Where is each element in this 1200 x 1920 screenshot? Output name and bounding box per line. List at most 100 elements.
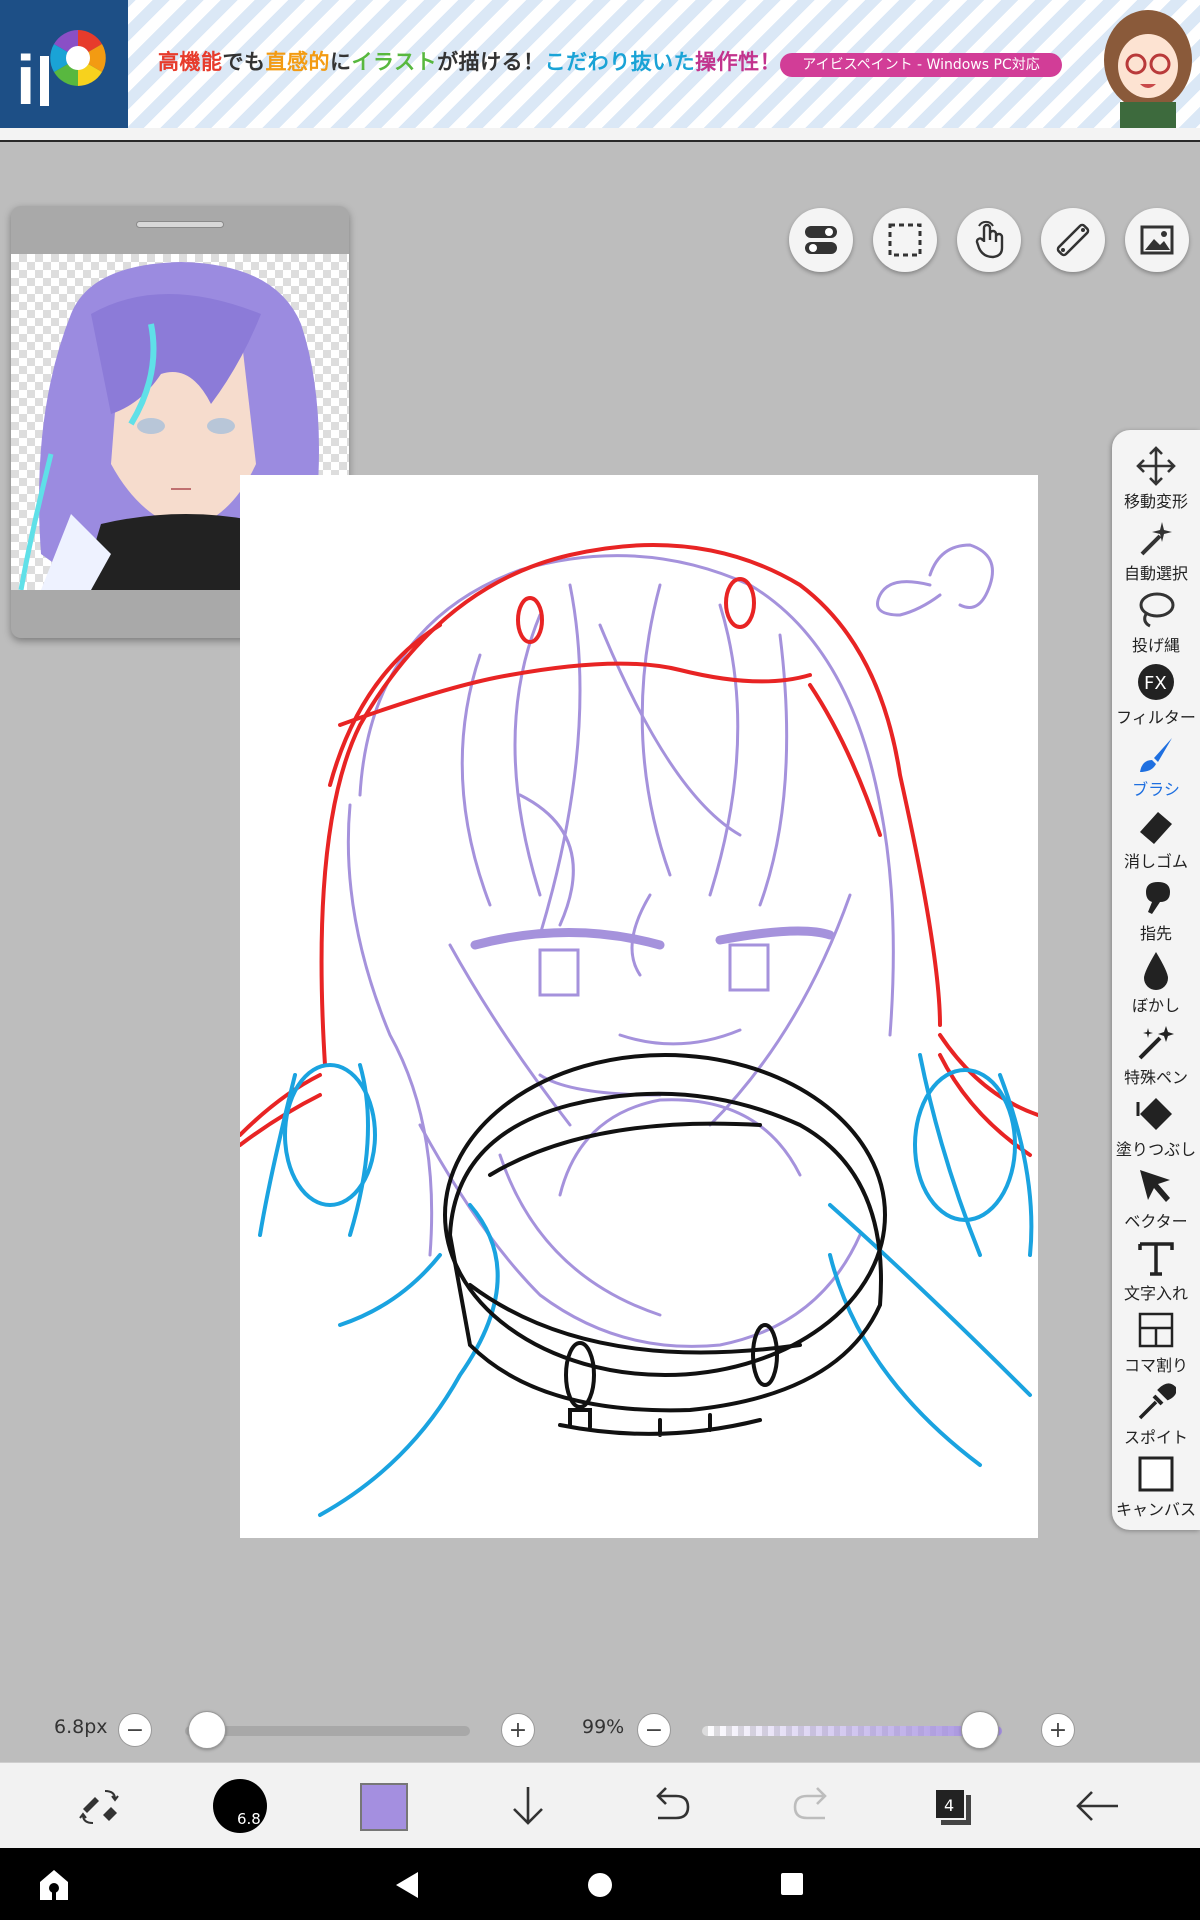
tool-label: コマ割り — [1123, 1356, 1188, 1375]
opacity-value: 99% — [582, 1716, 625, 1738]
tool-label: 自動選択 — [1123, 564, 1188, 583]
opacity-increase-button[interactable]: + — [1041, 1713, 1075, 1747]
brush-size-increase-button[interactable]: + — [501, 1713, 535, 1747]
magic-wand-icon — [1136, 518, 1176, 558]
ruler-icon — [1056, 223, 1090, 257]
toggle-switch-icon — [805, 226, 837, 254]
brush-size-preview-icon: 6.8 — [213, 1779, 267, 1833]
ad-headline-segment: が描ける！ — [437, 50, 545, 74]
finger-smudge-icon — [1136, 878, 1176, 918]
tool-label: ぼかし — [1131, 996, 1180, 1015]
ad-character-illustration — [1090, 0, 1200, 128]
vector-arrow-icon — [1136, 1166, 1176, 1206]
opacity-decrease-button[interactable]: − — [637, 1713, 671, 1747]
brush-size-badge: 6.8 — [237, 1810, 261, 1828]
ad-headline-segment: 直感的 — [265, 50, 330, 74]
ad-headline-segment: でも — [222, 50, 266, 74]
svg-text:FX: FX — [1144, 673, 1167, 694]
brush-size-decrease-button[interactable]: − — [118, 1713, 152, 1747]
tool-move[interactable]: 移動変形 — [1112, 442, 1200, 514]
hand-touch-icon — [975, 220, 1004, 259]
current-color-swatch[interactable] — [360, 1783, 408, 1831]
ad-headline-segment: イラスト — [351, 50, 438, 74]
selection-rect-icon — [888, 223, 922, 257]
arrow-down-icon — [513, 1787, 543, 1825]
back-button[interactable] — [1072, 1781, 1122, 1831]
drawing-canvas[interactable] — [238, 475, 1040, 1538]
layer-merge-down-button[interactable] — [503, 1781, 553, 1831]
brush-size-slider[interactable] — [185, 1726, 470, 1736]
eyedropper-icon — [1136, 1382, 1176, 1422]
toggle-settings-button[interactable] — [789, 208, 853, 272]
tool-label: キャンバス — [1115, 1500, 1196, 1519]
brush-icon — [1136, 734, 1176, 774]
tool-canvas[interactable]: キャンバス — [1112, 1450, 1200, 1522]
tool-finger-smudge[interactable]: 指先 — [1112, 874, 1200, 946]
layers-icon: 4 — [934, 1788, 971, 1825]
tool-label: 指先 — [1139, 924, 1172, 943]
ad-headline-segment: 高機能 — [158, 50, 223, 74]
tool-label: ブラシ — [1132, 780, 1180, 799]
ad-headline-segment: 操作性！ — [695, 50, 782, 74]
opacity-slider[interactable] — [702, 1726, 1002, 1736]
tool-vector-arrow[interactable]: ベクター — [1112, 1162, 1200, 1234]
tool-text[interactable]: 文字入れ — [1112, 1234, 1200, 1306]
tool-frame-divider[interactable]: コマ割り — [1112, 1306, 1200, 1378]
tool-panel: 移動変形自動選択投げ縄 FX フィルターブラシ消しゴム指先ぼかし特殊ペン塗りつぶしベ… — [1112, 430, 1200, 1530]
image-icon — [1140, 225, 1174, 255]
tool-fill-bucket[interactable]: 塗りつぶし — [1112, 1090, 1200, 1162]
tool-magic-wand[interactable]: 自動選択 — [1112, 514, 1200, 586]
ad-headline-segment: こだわり抜いた — [544, 50, 696, 74]
tool-label: ベクター — [1124, 1212, 1188, 1231]
tool-blur-drop[interactable]: ぼかし — [1112, 946, 1200, 1018]
ad-headline-segment: に — [330, 50, 352, 74]
special-pen-icon — [1136, 1022, 1176, 1062]
tool-lasso[interactable]: 投げ縄 — [1112, 586, 1200, 658]
import-image-button[interactable] — [1125, 208, 1189, 272]
text-icon — [1136, 1238, 1176, 1278]
tool-eraser[interactable]: 消しゴム — [1112, 802, 1200, 874]
move-icon — [1136, 446, 1176, 486]
tool-eyedropper[interactable]: スポイト — [1112, 1378, 1200, 1450]
layers-button[interactable]: 4 — [927, 1781, 977, 1831]
tool-label: 特殊ペン — [1123, 1068, 1188, 1087]
bottom-toolbar: 6.8 4 — [0, 1762, 1200, 1848]
nav-recents-icon[interactable] — [780, 1872, 804, 1896]
brush-size-slider-thumb[interactable] — [188, 1711, 226, 1749]
ruler-button[interactable] — [1041, 208, 1105, 272]
opacity-slider-thumb[interactable] — [961, 1711, 1000, 1749]
tool-label: 文字入れ — [1123, 1284, 1188, 1303]
ad-banner-divider — [0, 128, 1200, 142]
canvas-icon — [1136, 1454, 1176, 1494]
frame-divider-icon — [1136, 1310, 1176, 1350]
reference-window-drag-handle[interactable] — [136, 221, 224, 228]
nav-home-icon[interactable] — [587, 1872, 613, 1898]
app-shortcut-icon[interactable] — [36, 1866, 72, 1902]
redo-button[interactable] — [788, 1781, 838, 1831]
ad-headline: 高機能でも直感的にイラストが描ける！こだわり抜いた操作性！ — [158, 46, 781, 76]
fx-filter-icon: FX — [1136, 662, 1176, 702]
sketch-strokes — [238, 543, 1040, 1517]
tool-special-pen[interactable]: 特殊ペン — [1112, 1018, 1200, 1090]
lasso-icon — [1136, 590, 1176, 630]
selection-button[interactable] — [873, 208, 937, 272]
brush-eraser-swap-icon — [79, 1790, 119, 1824]
nav-back-icon[interactable] — [392, 1870, 422, 1900]
undo-button[interactable] — [645, 1781, 695, 1831]
brush-size-value: 6.8px — [54, 1716, 108, 1738]
ad-banner[interactable]: i 高機能でも直感的にイラストが描ける！こだわり抜いた操作性！ アイビスペイント… — [0, 0, 1200, 128]
tool-label: スポイト — [1123, 1428, 1188, 1447]
tool-fx-filter[interactable]: FX フィルター — [1112, 658, 1200, 730]
arrow-left-icon — [1076, 1791, 1118, 1821]
svg-text:i: i — [16, 41, 35, 119]
undo-icon — [656, 1787, 690, 1820]
brush-preview-button[interactable]: 6.8 — [212, 1778, 268, 1834]
touch-gesture-button[interactable] — [957, 208, 1021, 272]
swap-brush-eraser-button[interactable] — [75, 1781, 125, 1831]
system-navigation-bar — [0, 1848, 1200, 1920]
tool-brush[interactable]: ブラシ — [1112, 730, 1200, 802]
redo-icon — [793, 1787, 827, 1820]
brush-settings-row: 6.8px − + 99% − + — [0, 1700, 1200, 1760]
tool-label: 移動変形 — [1123, 492, 1188, 511]
tool-label: フィルター — [1116, 708, 1196, 727]
